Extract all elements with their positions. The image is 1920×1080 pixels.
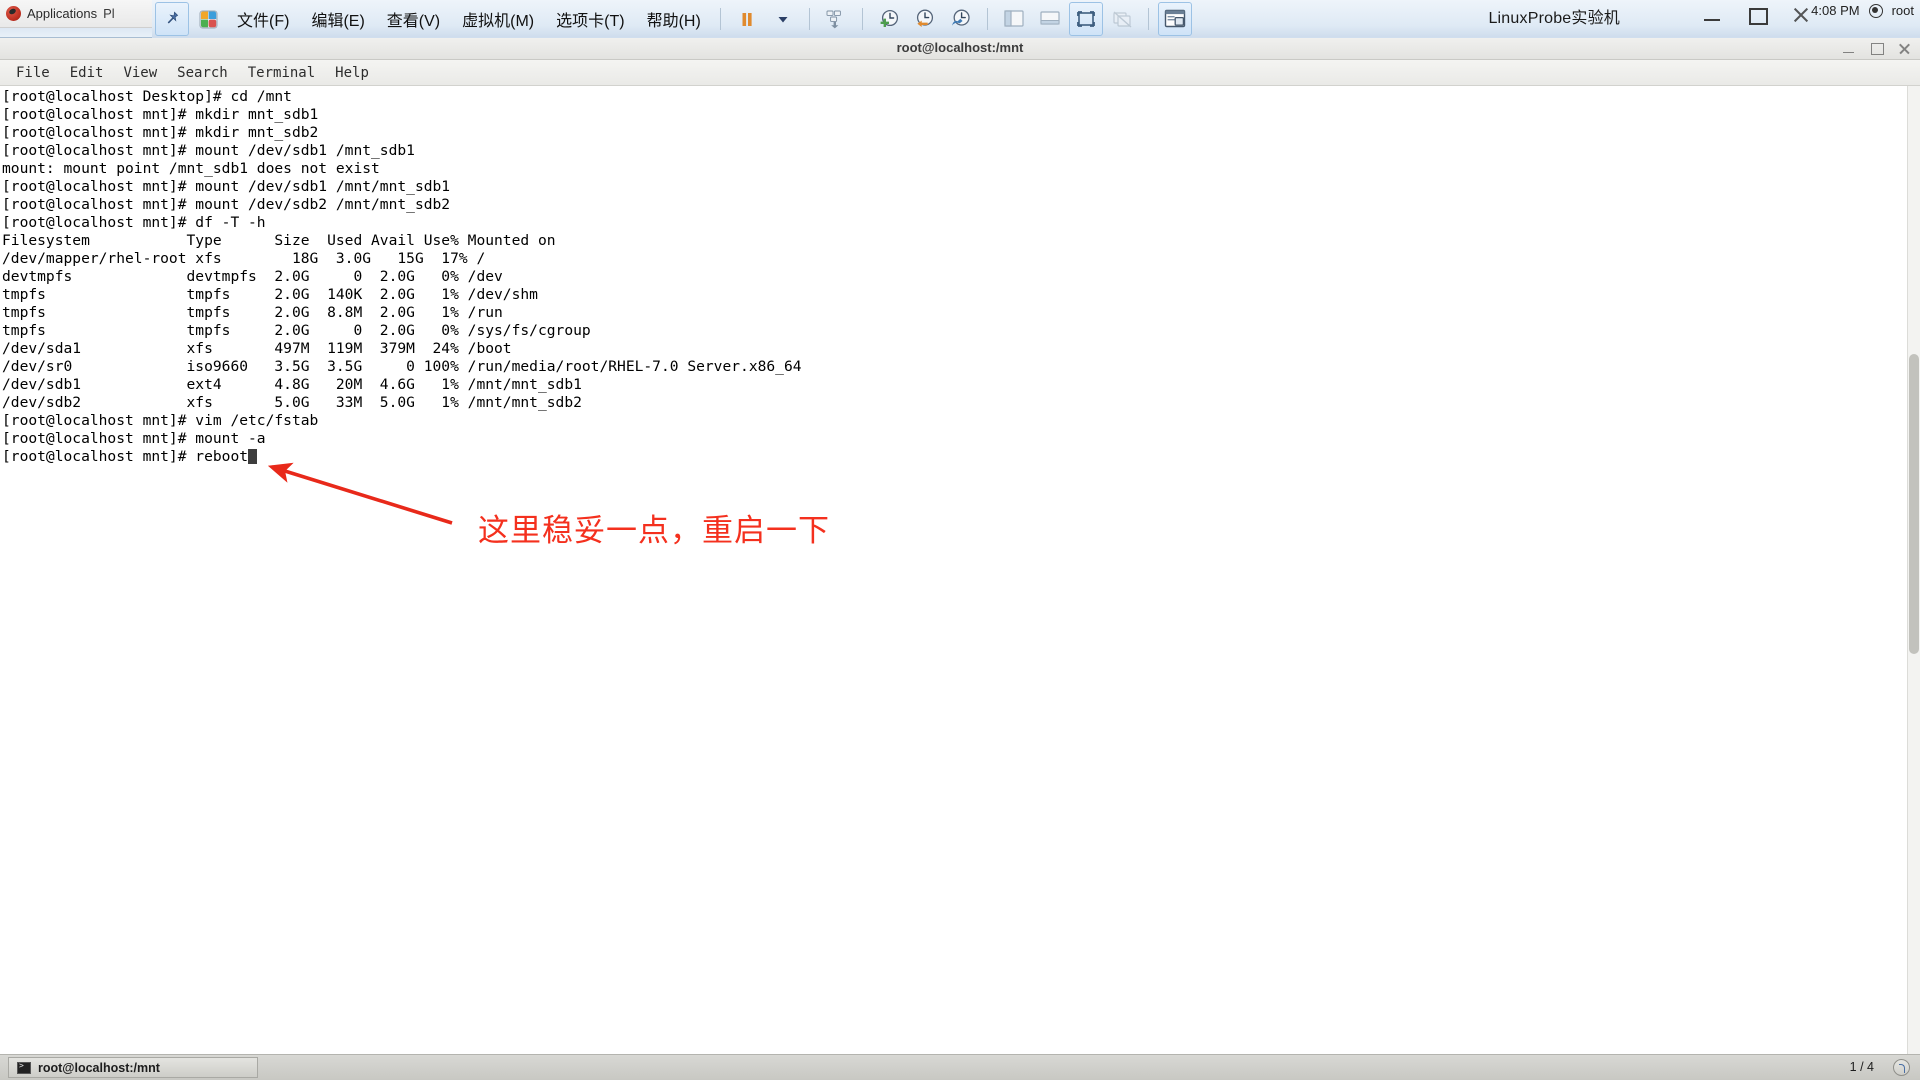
minimize-icon[interactable] [1842, 42, 1856, 55]
gnome-top-panel: Applications Pl [0, 0, 152, 28]
toolbar-separator [1147, 8, 1149, 30]
vmware-toolbar: 文件(F) 编辑(E) 查看(V) 虚拟机(M) 选项卡(T) 帮助(H) [152, 0, 1193, 38]
screen-root: 文件(F) 编辑(E) 查看(V) 虚拟机(M) 选项卡(T) 帮助(H) Li… [0, 0, 1920, 1080]
workspace-switcher-icon[interactable] [1893, 1059, 1910, 1076]
tray-user-name: root [1891, 3, 1914, 18]
annotation-text: 这里稳妥一点，重启一下 [478, 513, 830, 549]
menu-help[interactable]: 帮助(H) [636, 4, 712, 34]
tab-file[interactable]: File [6, 63, 60, 83]
terminal-scrollbar[interactable] [1907, 86, 1920, 1056]
menu-file[interactable]: 文件(F) [226, 4, 300, 34]
block-cursor-icon [248, 449, 258, 464]
terminal-output-area[interactable]: [root@localhost Desktop]# cd /mnt [root@… [0, 86, 1920, 1056]
places-menu[interactable]: Pl [103, 6, 115, 21]
terminal-titlebar: root@localhost:/mnt [0, 38, 1920, 60]
tab-terminal[interactable]: Terminal [238, 63, 325, 83]
tab-view[interactable]: View [113, 63, 167, 83]
menu-vm[interactable]: 虚拟机(M) [451, 4, 545, 34]
taskbar-window-button[interactable]: root@localhost:/mnt [8, 1057, 258, 1078]
maximize-icon[interactable] [1870, 42, 1884, 55]
show-library-icon[interactable] [997, 2, 1031, 36]
terminal-window-controls [1842, 42, 1912, 55]
menu-view[interactable]: 查看(V) [376, 4, 451, 34]
pin-icon[interactable] [155, 2, 189, 36]
revert-snapshot-icon[interactable] [908, 2, 942, 36]
terminal-window-title: root@localhost:/mnt [896, 40, 1024, 55]
terminal-menubar: File Edit View Search Terminal Help [0, 60, 1920, 86]
terminal-text: [root@localhost Desktop]# cd /mnt [root@… [2, 88, 802, 465]
workspace-indicator: 1 / 4 [1849, 1060, 1874, 1074]
toolbar-separator [808, 8, 810, 30]
unity-mode-icon[interactable] [1105, 2, 1139, 36]
chevron-down-icon[interactable] [766, 2, 800, 36]
vmware-window-title: LinuxProbe实验机 [1488, 10, 1620, 27]
close-icon[interactable] [1790, 5, 1812, 25]
redhat-logo-icon [6, 6, 21, 21]
vm-library-icon[interactable] [191, 2, 225, 36]
pause-icon[interactable] [730, 2, 764, 36]
send-ctrl-alt-del-icon[interactable] [819, 2, 853, 36]
terminal-prompt-line: [root@localhost mnt]# reboot [2, 448, 249, 465]
toolbar-separator [861, 8, 863, 30]
bottom-taskbar: root@localhost:/mnt 1 / 4 [0, 1054, 1920, 1080]
menu-tabs[interactable]: 选项卡(T) [545, 4, 635, 34]
maximize-icon[interactable] [1746, 5, 1768, 25]
terminal-icon [17, 1061, 31, 1074]
toolbar-separator [719, 8, 721, 30]
close-icon[interactable] [1898, 42, 1912, 55]
tab-help[interactable]: Help [325, 63, 379, 83]
taskbar-window-label: root@localhost:/mnt [38, 1060, 160, 1075]
menu-edit[interactable]: 编辑(E) [300, 4, 375, 34]
scrollbar-thumb[interactable] [1909, 354, 1919, 654]
show-thumbnails-icon[interactable] [1033, 2, 1067, 36]
full-screen-icon[interactable] [1068, 2, 1103, 36]
toolbar-separator [986, 8, 988, 30]
console-view-icon[interactable] [1157, 2, 1192, 36]
tab-edit[interactable]: Edit [60, 63, 114, 83]
applications-menu[interactable]: Applications [27, 6, 97, 21]
system-tray: 4:08 PM root [1811, 3, 1914, 18]
snapshot-manager-icon[interactable] [944, 2, 978, 36]
tray-clock: 4:08 PM [1811, 3, 1860, 18]
user-icon [1868, 3, 1883, 18]
vmware-window-controls [1702, 5, 1812, 25]
minimize-icon[interactable] [1702, 5, 1724, 25]
take-snapshot-icon[interactable] [872, 2, 906, 36]
tab-search[interactable]: Search [167, 63, 238, 83]
